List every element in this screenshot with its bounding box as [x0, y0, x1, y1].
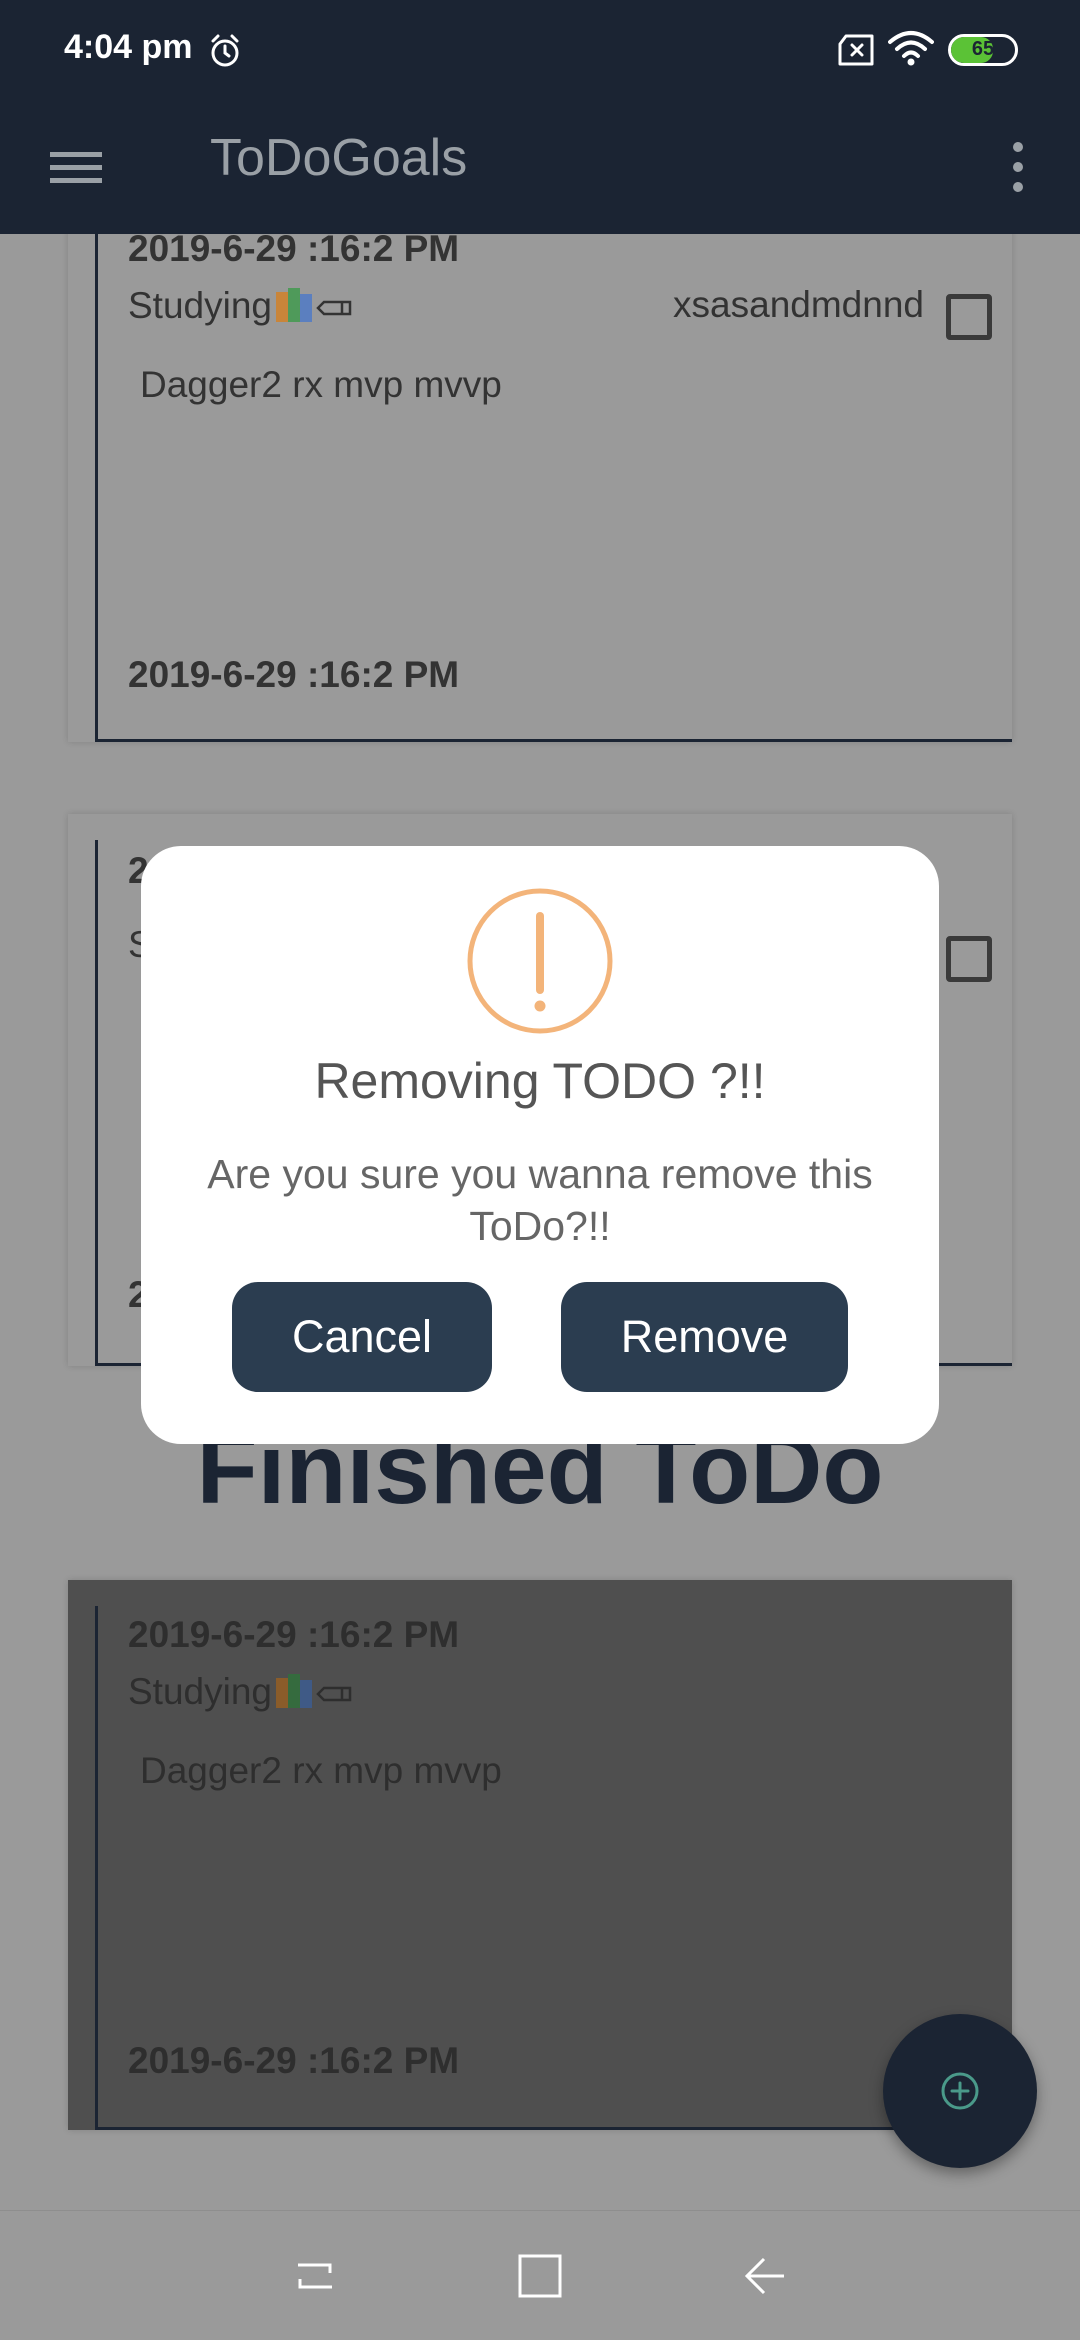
- add-todo-button[interactable]: [883, 2014, 1037, 2168]
- no-sim-icon: [838, 34, 874, 66]
- pencil-icon: [316, 300, 352, 316]
- card-tag: xsasandmdnnd: [673, 284, 924, 325]
- home-icon[interactable]: [515, 2251, 565, 2301]
- hamburger-menu-icon[interactable]: [48, 138, 106, 196]
- warning-icon: [467, 888, 613, 1034]
- status-bar: 4:04 pm 65: [0, 0, 1080, 100]
- add-circle-icon: [941, 2072, 979, 2110]
- finished-todo-card[interactable]: 2019-6-29 :16:2 PM Studying Dagger2 rx m…: [68, 1580, 1012, 2130]
- card-underline: [95, 739, 1012, 742]
- card-date-top: 2019-6-29 :16:2 PM: [128, 1614, 460, 1655]
- card-category: Studying: [128, 284, 354, 327]
- card-category-label: Studying: [128, 285, 272, 326]
- recent-apps-icon[interactable]: [290, 2251, 340, 2301]
- card-underline: [95, 2127, 1012, 2130]
- dialog-message: Are you sure you wanna remove this ToDo?…: [207, 1151, 873, 1249]
- card-category: Studying: [128, 1670, 354, 1713]
- card-accent-line: [95, 1606, 98, 2130]
- back-icon[interactable]: [740, 2251, 790, 2301]
- todo-card[interactable]: 2019-6-29 :16:2 PM Studying xsasandmdnnd…: [68, 234, 1012, 742]
- card-date-bottom: 2019-6-29 :16:2 PM: [128, 2040, 460, 2081]
- wifi-icon: [888, 31, 934, 66]
- status-time: 4:04 pm: [64, 28, 193, 66]
- card-accent-line: [95, 234, 98, 742]
- cancel-button[interactable]: Cancel: [232, 1282, 492, 1392]
- card-date-bottom: 2019-6-29 :16:2 PM: [128, 654, 460, 695]
- books-icon: [276, 1674, 312, 1708]
- remove-button[interactable]: Remove: [561, 1282, 848, 1392]
- app-title: ToDoGoals: [210, 129, 468, 187]
- todo-checkbox[interactable]: [946, 294, 992, 340]
- system-nav-bar: [0, 2210, 1080, 2340]
- todo-checkbox[interactable]: [946, 936, 992, 982]
- card-category-label: Studying: [128, 1671, 272, 1712]
- alarm-icon: [211, 34, 239, 67]
- books-icon: [276, 288, 312, 322]
- card-description: Dagger2 rx mvp mvvp: [140, 364, 502, 405]
- battery-icon: 65: [948, 34, 1018, 66]
- card-description: Dagger2 rx mvp mvvp: [140, 1750, 502, 1791]
- remove-todo-dialog: Removing TODO ?!! Are you sure you wanna…: [141, 846, 939, 1444]
- more-vert-icon[interactable]: [1006, 133, 1030, 201]
- dialog-title: Removing TODO ?!!: [314, 1053, 766, 1109]
- card-date-top: 2019-6-29 :16:2 PM: [128, 234, 460, 269]
- card-accent-line: [95, 840, 98, 1366]
- app-bar: ToDoGoals: [0, 100, 1080, 234]
- pencil-icon: [316, 1686, 352, 1702]
- battery-text: 65: [971, 38, 995, 60]
